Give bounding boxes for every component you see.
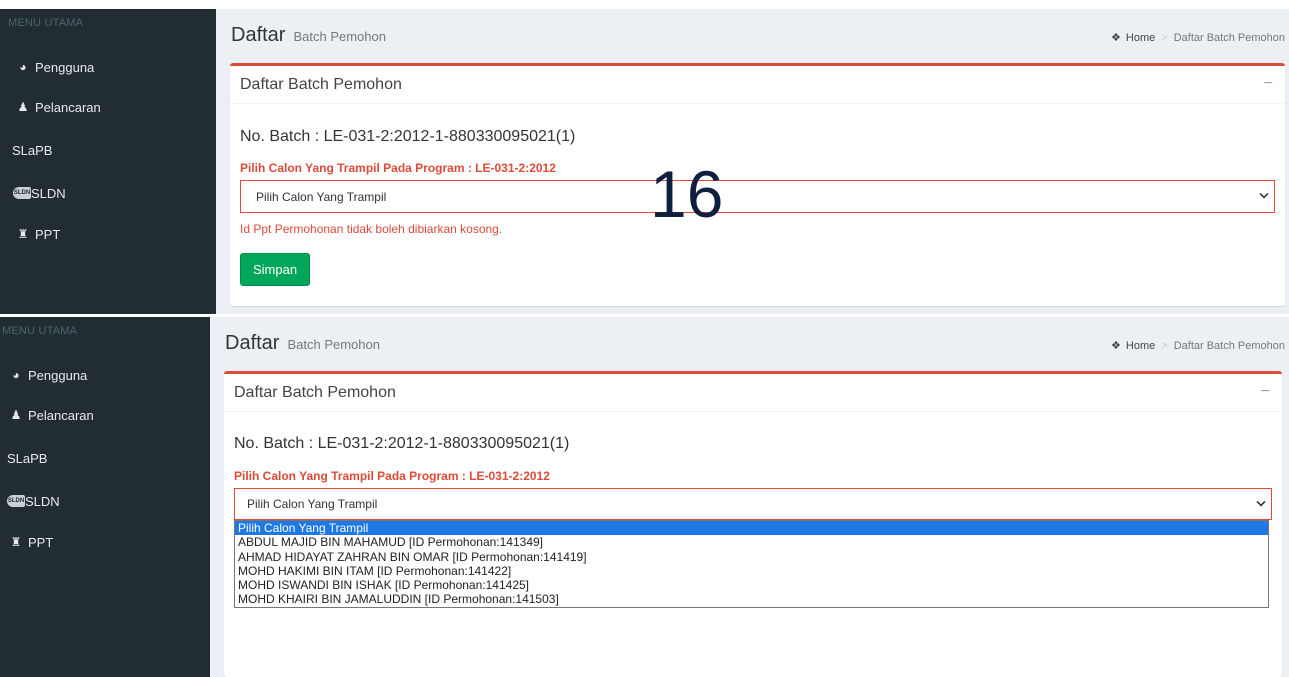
main-content: Daftar Batch Pemohon ❖ Home > Daftar Bat… bbox=[216, 9, 1289, 314]
sidebar-item-slapb[interactable]: SLaPB bbox=[0, 138, 216, 162]
bank-icon: ♜ bbox=[10, 535, 22, 549]
chevron-down-icon bbox=[1259, 189, 1269, 199]
main-content: Daftar Batch Pemohon ❖ Home > Daftar Bat… bbox=[210, 317, 1289, 677]
program-label: Pilih Calon Yang Trampil Pada Program : … bbox=[234, 469, 550, 483]
chevron-down-icon bbox=[1256, 497, 1266, 507]
validation-error: Id Ppt Permohonan tidak boleh dibiarkan … bbox=[240, 222, 503, 236]
pie-chart-icon: ◕ bbox=[12, 368, 20, 382]
user-icon: ♟ bbox=[17, 100, 29, 114]
box-header: Daftar Batch Pemohon − bbox=[230, 66, 1285, 104]
dropdown-option[interactable]: AHMAD HIDAYAT ZAHRAN BIN OMAR [ID Permoh… bbox=[235, 550, 1268, 564]
sidebar-item-label: SLDN bbox=[25, 493, 60, 509]
box-title: Daftar Batch Pemohon bbox=[234, 384, 396, 401]
sldn-logo-icon: SLDN bbox=[7, 495, 25, 507]
dropdown-option[interactable]: MOHD ISWANDI BIN ISHAK [ID Permohonan:14… bbox=[235, 578, 1268, 592]
dropdown-option[interactable]: MOHD KHAIRI BIN JAMALUDDIN [ID Permohona… bbox=[235, 592, 1268, 606]
breadcrumb-home[interactable]: Home bbox=[1126, 340, 1155, 352]
dashboard-icon: ❖ bbox=[1111, 340, 1121, 352]
screenshot-bottom-panel: MENU UTAMA ◕ Pengguna ♟ Pelancaran SLaPB… bbox=[0, 317, 1289, 677]
user-icon: ♟ bbox=[10, 408, 22, 422]
page-subtitle: Batch Pemohon bbox=[293, 29, 386, 44]
sidebar-item-label: PPT bbox=[35, 226, 61, 242]
breadcrumb: ❖ Home > Daftar Batch Pemohon bbox=[1111, 339, 1285, 353]
sidebar-item-label: SLaPB bbox=[7, 450, 48, 466]
breadcrumb-current: Daftar Batch Pemohon bbox=[1173, 339, 1285, 352]
sldn-logo-icon: SLDN bbox=[13, 187, 31, 199]
sidebar-item-slapb[interactable]: SLaPB bbox=[0, 446, 210, 470]
sidebar-item-pelancaran[interactable]: ♟ Pelancaran bbox=[0, 403, 210, 427]
sidebar-item-sldn[interactable]: SLDN SLDN bbox=[0, 181, 216, 205]
menu-header: MENU UTAMA bbox=[2, 325, 78, 337]
dashboard-icon: ❖ bbox=[1111, 32, 1121, 44]
menu-header: MENU UTAMA bbox=[8, 17, 84, 29]
sidebar-item-label: Pelancaran bbox=[28, 407, 94, 423]
box-header: Daftar Batch Pemohon − bbox=[224, 374, 1282, 412]
page-header: Daftar Batch Pemohon bbox=[225, 332, 380, 355]
bank-icon: ♜ bbox=[17, 227, 29, 241]
candidate-select-value: Pilih Calon Yang Trampil bbox=[247, 497, 378, 511]
dropdown-option[interactable]: Pilih Calon Yang Trampil bbox=[235, 521, 1268, 536]
candidate-select-value: Pilih Calon Yang Trampil bbox=[256, 189, 387, 204]
breadcrumb-separator: > bbox=[1161, 339, 1168, 352]
sidebar-item-pengguna[interactable]: ◕ Pengguna bbox=[0, 55, 216, 79]
screenshot-top-panel: MENU UTAMA ◕ Pengguna ♟ Pelancaran SLaPB… bbox=[0, 9, 1289, 314]
breadcrumb-home[interactable]: Home bbox=[1126, 32, 1155, 44]
page-header: Daftar Batch Pemohon bbox=[231, 24, 386, 47]
sidebar-item-label: PPT bbox=[28, 534, 54, 550]
sidebar-item-ppt[interactable]: ♜ PPT bbox=[0, 222, 216, 246]
sidebar-item-label: Pengguna bbox=[28, 367, 88, 383]
dropdown-option[interactable]: MOHD HAKIMI BIN ITAM [ID Permohonan:1414… bbox=[235, 564, 1268, 578]
collapse-button[interactable]: − bbox=[1261, 383, 1270, 401]
batch-number: No. Batch : LE-031-2:2012-1-880330095021… bbox=[234, 435, 570, 452]
pie-chart-icon: ◕ bbox=[19, 60, 27, 74]
sidebar: MENU UTAMA ◕ Pengguna ♟ Pelancaran SLaPB… bbox=[0, 317, 210, 677]
save-button[interactable]: Simpan bbox=[240, 253, 311, 286]
candidate-dropdown-list: Pilih Calon Yang Trampil ABDUL MAJID BIN… bbox=[234, 520, 1269, 608]
page-subtitle: Batch Pemohon bbox=[287, 337, 380, 352]
box-title: Daftar Batch Pemohon bbox=[240, 76, 402, 93]
breadcrumb-current: Daftar Batch Pemohon bbox=[1173, 31, 1285, 44]
sidebar: MENU UTAMA ◕ Pengguna ♟ Pelancaran SLaPB… bbox=[0, 9, 216, 314]
sidebar-item-label: Pelancaran bbox=[35, 99, 101, 115]
dropdown-option[interactable]: ABDUL MAJID BIN MAHAMUD [ID Permohonan:1… bbox=[235, 535, 1268, 549]
batch-box: Daftar Batch Pemohon − No. Batch : LE-03… bbox=[230, 63, 1285, 306]
candidate-select[interactable]: Pilih Calon Yang Trampil bbox=[234, 488, 1272, 520]
program-label: Pilih Calon Yang Trampil Pada Program : … bbox=[240, 161, 556, 175]
sidebar-item-label: Pengguna bbox=[35, 59, 95, 75]
candidate-select[interactable]: Pilih Calon Yang Trampil bbox=[240, 180, 1275, 213]
sidebar-item-pelancaran[interactable]: ♟ Pelancaran bbox=[0, 95, 216, 119]
batch-number: No. Batch : LE-031-2:2012-1-880330095021… bbox=[240, 128, 576, 145]
collapse-button[interactable]: − bbox=[1264, 75, 1273, 93]
sidebar-item-label: SLaPB bbox=[12, 142, 53, 158]
sidebar-item-ppt[interactable]: ♜ PPT bbox=[0, 530, 210, 554]
page-title: Daftar bbox=[231, 24, 286, 46]
page-title: Daftar bbox=[225, 332, 280, 354]
overlay-number: 16 bbox=[650, 157, 724, 231]
breadcrumb-separator: > bbox=[1161, 31, 1168, 44]
sidebar-item-sldn[interactable]: SLDN SLDN bbox=[0, 489, 210, 513]
sidebar-item-label: SLDN bbox=[31, 185, 66, 201]
sidebar-item-pengguna[interactable]: ◕ Pengguna bbox=[0, 363, 210, 387]
breadcrumb: ❖ Home > Daftar Batch Pemohon bbox=[1111, 31, 1285, 45]
